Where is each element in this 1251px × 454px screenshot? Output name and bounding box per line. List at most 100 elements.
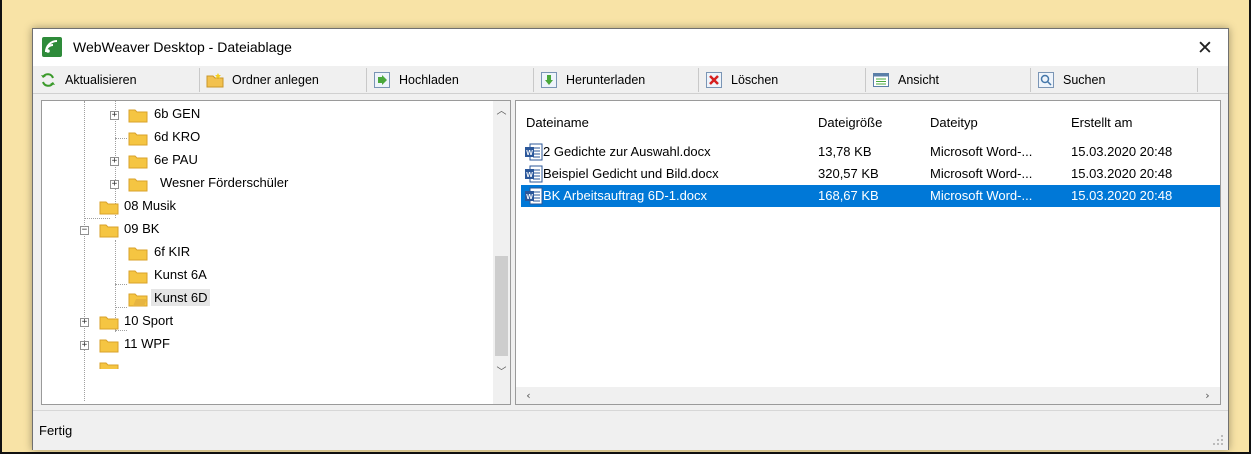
tree-item-6d-kro[interactable]: 6d KRO (42, 127, 492, 149)
view-icon (872, 71, 890, 89)
tree-item-label: Kunst 6A (154, 267, 207, 282)
expand-icon[interactable]: + (80, 318, 89, 327)
webweaver-logo-icon (42, 37, 62, 57)
tree-item-label: 6f KIR (154, 244, 191, 259)
tree-item-11-wpf[interactable]: + 11 WPF (42, 334, 492, 356)
file-size: 320,57 KB (818, 166, 879, 181)
new-folder-button[interactable]: Ordner anlegen (200, 68, 367, 92)
folder-tree[interactable]: + 6b GEN 6d KRO + 6e PAU + Wesner Förder… (41, 100, 511, 405)
title-bar: WebWeaver Desktop - Dateiablage ✕ (33, 29, 1228, 66)
file-list-horizontal-scrollbar[interactable]: ‹ › (516, 387, 1220, 404)
tree-item-wesner-foerderschueler[interactable]: + Wesner Förderschüler (42, 173, 492, 195)
collapse-icon[interactable]: − (80, 226, 89, 235)
status-text: Fertig (39, 423, 73, 438)
expand-icon[interactable]: + (110, 180, 119, 189)
download-button[interactable]: Herunterladen (534, 68, 699, 92)
scroll-left-icon[interactable]: ‹ (520, 387, 537, 404)
tree-item-label: 6b GEN (154, 106, 201, 121)
svg-text:W: W (526, 172, 533, 179)
tree-item-kunst-6d[interactable]: Kunst 6D (42, 288, 492, 310)
refresh-button[interactable]: Aktualisieren (33, 68, 200, 92)
file-type: Microsoft Word-... (930, 144, 1033, 159)
scroll-right-icon[interactable]: › (1199, 387, 1216, 404)
download-icon (540, 71, 558, 89)
column-header-size[interactable]: Dateigröße (818, 115, 882, 130)
column-header-name[interactable]: Dateiname (526, 115, 589, 130)
window-title: WebWeaver Desktop - Dateiablage (73, 39, 292, 55)
svg-text:W: W (526, 194, 533, 201)
delete-icon (705, 71, 723, 89)
tree-item-label: Kunst 6D (151, 289, 211, 306)
toolbar: Aktualisieren Ordner anlegen Hochladen H… (33, 66, 1228, 94)
file-name: BK Arbeitsauftrag 6D-1.docx (543, 188, 708, 203)
folder-icon (128, 155, 148, 169)
close-icon: ✕ (1197, 36, 1213, 59)
app-window: WebWeaver Desktop - Dateiablage ✕ Aktual… (32, 28, 1229, 450)
tree-item-6e-pau[interactable]: + 6e PAU (42, 150, 492, 172)
tree-item-partial (42, 357, 492, 369)
delete-button[interactable]: Löschen (699, 68, 866, 92)
expand-icon[interactable]: + (110, 111, 119, 120)
file-type: Microsoft Word-... (930, 166, 1033, 181)
tree-item-label: Wesner Förderschüler (160, 175, 289, 190)
new-folder-label: Ordner anlegen (232, 73, 319, 87)
word-document-icon: W (525, 143, 543, 161)
tree-item-09-bk[interactable]: − 09 BK (42, 219, 492, 241)
word-document-icon: W (525, 187, 543, 205)
tree-item-label: 08 Musik (124, 198, 177, 213)
file-size: 168,67 KB (818, 188, 879, 203)
tree-item-6f-kir[interactable]: 6f KIR (42, 242, 492, 264)
file-list[interactable]: Dateiname Dateigröße Dateityp Erstellt a… (515, 100, 1221, 405)
scroll-down-icon[interactable]: ﹀ (493, 364, 510, 381)
svg-text:W: W (526, 150, 533, 157)
download-label: Herunterladen (566, 73, 646, 87)
tree-vertical-scrollbar[interactable]: ︿ ﹀ (493, 101, 510, 404)
tree-item-label: 09 BK (124, 221, 160, 236)
search-button[interactable]: Suchen (1031, 68, 1198, 92)
file-row-selected[interactable]: W BK Arbeitsauftrag 6D-1.docx 168,67 KB … (521, 185, 1220, 207)
view-button[interactable]: Ansicht (866, 68, 1031, 92)
tree-item-08-musik[interactable]: 08 Musik (42, 196, 492, 218)
tree-item-6b-gen[interactable]: + 6b GEN (42, 104, 492, 126)
word-document-icon: W (525, 165, 543, 183)
delete-label: Löschen (731, 73, 779, 87)
upload-label: Hochladen (399, 73, 459, 87)
refresh-icon (39, 71, 57, 89)
column-header-type[interactable]: Dateityp (930, 115, 978, 130)
open-folder-icon (128, 293, 148, 307)
tree-item-label: 6e PAU (154, 152, 198, 167)
expand-icon[interactable]: + (80, 341, 89, 350)
folder-icon (128, 178, 148, 192)
folder-icon (99, 362, 119, 369)
upload-icon (373, 71, 391, 89)
folder-icon (128, 132, 148, 146)
refresh-label: Aktualisieren (65, 73, 137, 87)
file-name: Beispiel Gedicht und Bild.docx (543, 166, 719, 181)
file-row[interactable]: W 2 Gedichte zur Auswahl.docx 13,78 KB M… (521, 141, 1220, 163)
file-row[interactable]: W Beispiel Gedicht und Bild.docx 320,57 … (521, 163, 1220, 185)
tree-item-label: 11 WPF (124, 336, 170, 351)
resize-grip-icon[interactable] (1212, 434, 1224, 446)
new-folder-icon (206, 71, 224, 89)
column-header-created[interactable]: Erstellt am (1071, 115, 1132, 130)
expand-icon[interactable]: + (110, 157, 119, 166)
folder-icon (99, 224, 119, 238)
file-name: 2 Gedichte zur Auswahl.docx (543, 144, 711, 159)
upload-button[interactable]: Hochladen (367, 68, 534, 92)
folder-icon (128, 270, 148, 284)
folder-icon (99, 339, 119, 353)
tree-item-kunst-6a[interactable]: Kunst 6A (42, 265, 492, 287)
scroll-up-icon[interactable]: ︿ (493, 103, 510, 120)
tree-item-label: 6d KRO (154, 129, 201, 144)
file-created: 15.03.2020 20:48 (1071, 166, 1173, 181)
tree-item-10-sport[interactable]: + 10 Sport (42, 311, 492, 333)
search-icon (1037, 71, 1055, 89)
scroll-thumb[interactable] (495, 256, 508, 356)
view-label: Ansicht (898, 73, 939, 87)
folder-icon (128, 247, 148, 261)
file-size: 13,78 KB (818, 144, 872, 159)
tree-item-label: 10 Sport (124, 313, 174, 328)
close-button[interactable]: ✕ (1182, 29, 1228, 66)
search-label: Suchen (1063, 73, 1106, 87)
folder-icon (99, 201, 119, 215)
